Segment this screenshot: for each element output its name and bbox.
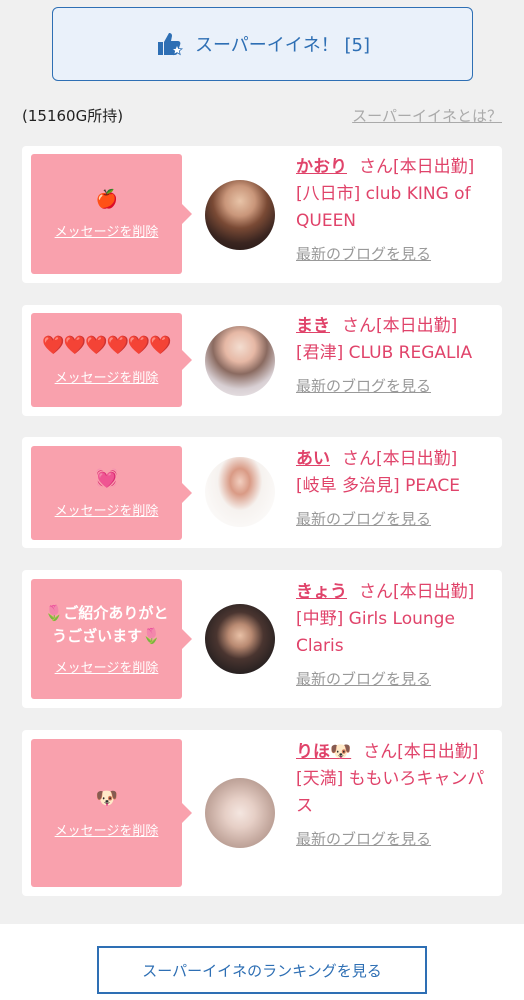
avatar[interactable] (205, 180, 275, 250)
message-text: 💓 (95, 467, 118, 489)
cast-name-link[interactable]: きょう (296, 582, 347, 602)
super-iine-card: 🍎 メッセージを削除 かおり さん[本日出勤] [八日市] club KING o… (22, 146, 502, 283)
latest-blog-link[interactable]: 最新のブログを見る (296, 826, 492, 853)
latest-blog-link[interactable]: 最新のブログを見る (296, 241, 492, 268)
message-text: 🍎 (95, 188, 118, 210)
latest-blog-link[interactable]: 最新のブログを見る (296, 373, 492, 400)
super-iine-card: 🌷ご紹介ありがとうございます🌷 メッセージを削除 きょう さん[本日出勤] [中野… (22, 570, 502, 708)
points-held: (15160G所持) (22, 106, 124, 125)
super-iine-card: ❤️❤️❤️❤️❤️❤️ メッセージを削除 まき さん[本日出勤] [君津] CL… (22, 305, 502, 416)
super-iine-label: スーパーイイネ！ [5] (194, 35, 371, 56)
delete-message-link[interactable]: メッセージを削除 (55, 657, 159, 676)
message-bubble: 💓 メッセージを削除 (31, 446, 192, 540)
shop-name: [八日市] club KING of QUEEN (296, 184, 471, 231)
thumbs-up-star-icon (157, 33, 183, 56)
points-row: (15160G所持) スーパーイイネとは？ (22, 100, 502, 130)
delete-message-link[interactable]: メッセージを削除 (55, 221, 159, 240)
super-iine-card: 🐶 メッセージを削除 りほ🐶 さん[本日出勤] [天満] ももいろキャンパス 最新… (22, 730, 502, 896)
ranking-button[interactable]: スーパーイイネのランキングを見る (97, 946, 427, 994)
shop-name: [君津] CLUB REGALIA (296, 343, 473, 363)
cast-status: さん[本日出勤] (342, 316, 458, 336)
message-bubble: ❤️❤️❤️❤️❤️❤️ メッセージを削除 (31, 313, 192, 407)
cast-status: さん[本日出勤] (359, 582, 475, 602)
cast-name-link[interactable]: かおり (296, 157, 347, 177)
delete-message-link[interactable]: メッセージを削除 (55, 367, 159, 386)
cast-status: さん[本日出勤] (359, 157, 475, 177)
message-text: ❤️❤️❤️❤️❤️❤️ (42, 334, 171, 356)
shop-name: [岐阜 多治見] PEACE (296, 476, 461, 496)
cast-name-link[interactable]: りほ🐶 (296, 742, 351, 762)
super-iine-card: 💓 メッセージを削除 あい さん[本日出勤] [岐阜 多治見] PEACE 最新の… (22, 437, 502, 548)
super-iine-button[interactable]: スーパーイイネ！ [5] (52, 7, 473, 81)
avatar[interactable] (205, 457, 275, 527)
avatar[interactable] (205, 326, 275, 396)
cast-status: さん[本日出勤] (342, 449, 458, 469)
message-bubble: 🐶 メッセージを削除 (31, 739, 192, 887)
cast-name-link[interactable]: まき (296, 316, 330, 336)
shop-name: [中野] Girls Lounge Claris (296, 609, 455, 656)
message-bubble: 🍎 メッセージを削除 (31, 154, 192, 274)
message-text: 🐶 (95, 787, 118, 809)
delete-message-link[interactable]: メッセージを削除 (55, 820, 159, 839)
cast-name-link[interactable]: あい (296, 449, 330, 469)
message-text: 🌷ご紹介ありがとうございます🌷 (44, 604, 169, 645)
what-is-super-iine-link[interactable]: スーパーイイネとは？ (352, 105, 502, 126)
avatar[interactable] (205, 778, 275, 848)
message-bubble: 🌷ご紹介ありがとうございます🌷 メッセージを削除 (31, 579, 192, 699)
cast-status: さん[本日出勤] (363, 742, 479, 762)
avatar[interactable] (205, 604, 275, 674)
shop-name: [天満] ももいろキャンパス (296, 769, 485, 816)
latest-blog-link[interactable]: 最新のブログを見る (296, 506, 492, 533)
footer: スーパーイイネのランキングを見る (0, 924, 524, 1000)
latest-blog-link[interactable]: 最新のブログを見る (296, 666, 492, 693)
delete-message-link[interactable]: メッセージを削除 (55, 500, 159, 519)
